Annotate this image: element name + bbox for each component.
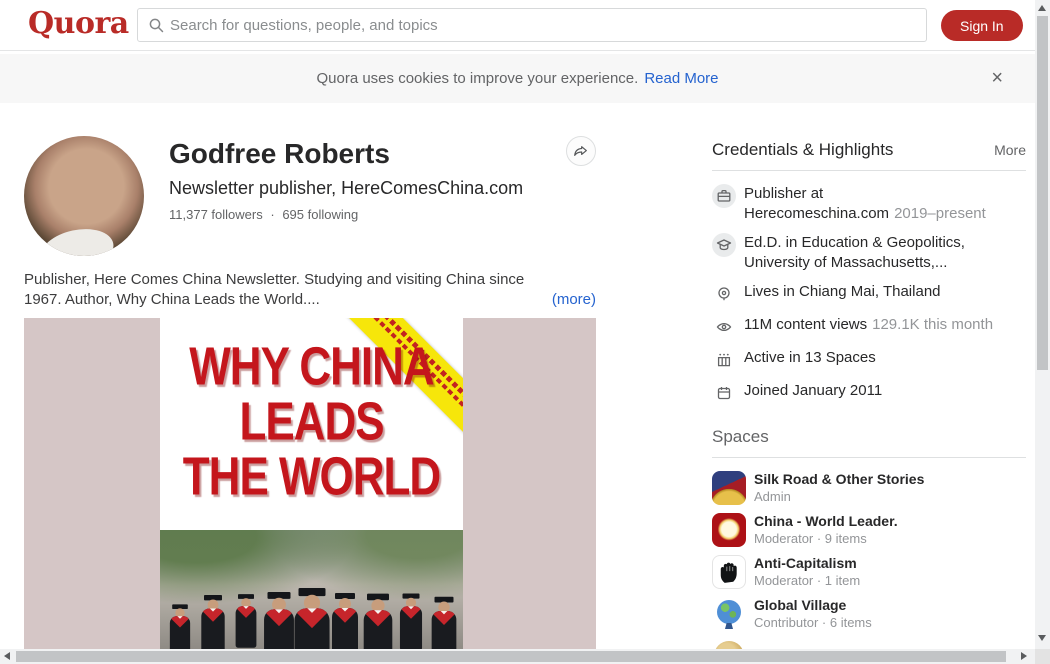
spaces-title: Spaces [712, 427, 769, 447]
scroll-up-arrow-icon[interactable] [1038, 5, 1046, 11]
credential-muted: 129.1K this month [872, 316, 993, 333]
share-arrow-icon [573, 143, 589, 159]
credentials-title: Credentials & Highlights [712, 140, 893, 160]
space-item-global-village[interactable]: Global Village Contributor · 6 items [712, 597, 1026, 631]
search-box [137, 8, 927, 42]
share-profile-button[interactable] [566, 136, 596, 166]
horizontal-scroll-thumb[interactable] [16, 651, 1006, 662]
book-cover-image[interactable]: WHY CHINA LEADS THE WORLD [24, 318, 596, 650]
briefcase-icon [712, 184, 736, 208]
scroll-left-arrow-icon[interactable] [4, 652, 10, 660]
credential-line: 11M content views [744, 316, 867, 333]
scrollbar-corner [1035, 649, 1050, 664]
bio-line: Publisher, Here Comes China Newsletter. … [24, 270, 596, 290]
space-item-anti-capitalism[interactable]: Anti-Capitalism Moderator · 1 item [712, 555, 1026, 589]
space-item-silk-road[interactable]: Silk Road & Other Stories Admin [712, 471, 1026, 505]
followers-count[interactable]: 11,377 followers [169, 207, 263, 222]
silk-road-space-icon [712, 471, 746, 505]
book-title-line: LEADS [160, 393, 463, 450]
profile-bio: Publisher, Here Comes China Newsletter. … [24, 270, 596, 310]
credential-employment[interactable]: Publisher at Herecomeschina.com 2019–pres… [712, 184, 1026, 224]
credential-education[interactable]: Ed.D. in Education & Geopolitics, Univer… [712, 233, 1026, 273]
scroll-right-arrow-icon[interactable] [1021, 652, 1027, 660]
search-input[interactable] [170, 9, 920, 41]
avatar[interactable] [24, 136, 144, 256]
follow-counts: 11,377 followers · 695 following [169, 207, 358, 222]
credential-content-views[interactable]: 11M content views 129.1K this month [712, 315, 1026, 339]
book-title: WHY CHINA LEADS THE WORLD [160, 338, 463, 503]
profile-tagline: Newsletter publisher, HereComesChina.com [169, 178, 523, 199]
divider [712, 457, 1026, 458]
location-pin-icon [712, 282, 736, 306]
space-name: Anti-Capitalism [754, 555, 860, 572]
china-world-leader-space-icon [712, 513, 746, 547]
credential-location[interactable]: Lives in Chiang Mai, Thailand [712, 282, 1026, 306]
space-role: Contributor · 6 items [754, 614, 872, 631]
space-name: China - World Leader. [754, 513, 898, 530]
vertical-scrollbar[interactable] [1035, 0, 1050, 649]
credentials-more-link[interactable]: More [994, 142, 1026, 158]
scroll-down-arrow-icon[interactable] [1038, 635, 1046, 641]
space-role: Moderator · 9 items [754, 530, 898, 547]
credential-line: Ed.D. in Education & Geopolitics, [744, 233, 965, 253]
credentials-sidebar: Credentials & Highlights More Publisher … [712, 140, 1026, 664]
calendar-icon [712, 381, 736, 405]
credential-line: University of Massachusetts,... [744, 253, 965, 273]
following-count[interactable]: 695 following [282, 207, 358, 222]
book-cover: WHY CHINA LEADS THE WORLD [160, 318, 463, 650]
anti-capitalism-space-icon [712, 555, 746, 589]
more-link[interactable]: (more) [552, 290, 596, 310]
search-icon [148, 17, 165, 34]
global-village-space-icon [712, 597, 746, 631]
quora-profile-page: Quora Sign In Quora uses cookies to impr… [0, 0, 1050, 664]
bio-line: 1967. Author, Why China Leads the World.… [24, 290, 320, 310]
credential-line: Publisher at [744, 184, 986, 204]
graduates-photo [160, 530, 463, 650]
quora-logo[interactable]: Quora [28, 6, 129, 41]
read-more-link[interactable]: Read More [644, 70, 718, 87]
book-title-line: WHY CHINA [160, 338, 463, 395]
credential-active-spaces[interactable]: Active in 13 Spaces [712, 348, 1026, 372]
credential-line: Joined January 2011 [744, 381, 882, 401]
space-role: Admin [754, 488, 924, 505]
top-nav: Quora Sign In [0, 0, 1050, 51]
credential-line: Herecomeschina.com [744, 205, 889, 222]
cookie-message: Quora uses cookies to improve your exper… [316, 70, 638, 87]
horizontal-scrollbar[interactable] [0, 649, 1035, 664]
credential-muted: 2019–present [894, 205, 986, 222]
credential-line: Lives in Chiang Mai, Thailand [744, 282, 941, 302]
close-icon[interactable]: × [991, 65, 1003, 91]
book-title-line: THE WORLD [160, 448, 463, 505]
space-item-china-world-leader[interactable]: China - World Leader. Moderator · 9 item… [712, 513, 1026, 547]
sign-in-button[interactable]: Sign In [941, 10, 1023, 41]
divider [712, 170, 1026, 171]
dot-separator: · [270, 207, 274, 222]
credential-joined[interactable]: Joined January 2011 [712, 381, 1026, 405]
eye-icon [712, 315, 736, 339]
spaces-icon [712, 348, 736, 372]
space-role: Moderator · 1 item [754, 572, 860, 589]
graduation-cap-icon [712, 233, 736, 257]
credential-line: Active in 13 Spaces [744, 348, 876, 368]
vertical-scroll-thumb[interactable] [1037, 16, 1048, 370]
space-name: Global Village [754, 597, 872, 614]
cookie-banner: Quora uses cookies to improve your exper… [0, 54, 1035, 103]
page-title: Godfree Roberts [169, 138, 390, 170]
space-name: Silk Road & Other Stories [754, 471, 924, 488]
